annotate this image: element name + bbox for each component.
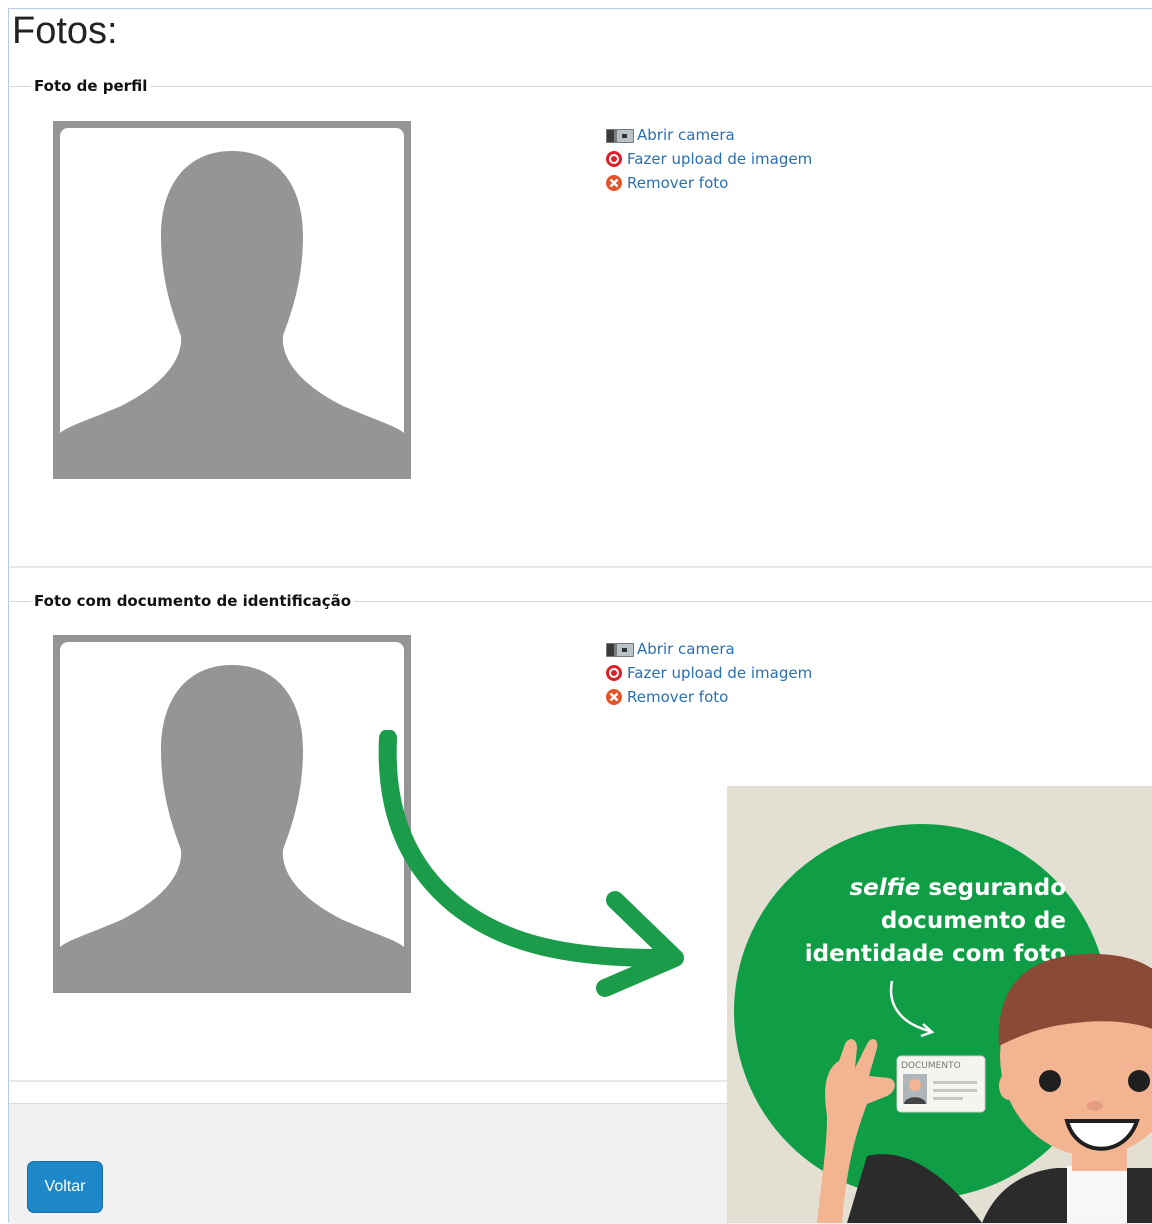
upload-image-label: Fazer upload de imagem — [627, 664, 813, 682]
open-camera-label: Abrir camera — [637, 126, 735, 144]
upload-image-link[interactable]: Fazer upload de imagem — [605, 661, 812, 685]
back-button[interactable]: Voltar — [27, 1161, 103, 1213]
open-camera-label: Abrir camera — [637, 640, 735, 658]
camera-icon — [605, 126, 634, 144]
remove-icon — [605, 688, 623, 706]
open-camera-link[interactable]: Abrir camera — [605, 123, 812, 147]
profile-photo-placeholder — [53, 121, 411, 479]
upload-icon — [605, 150, 623, 168]
profile-photo-actions: Abrir camera Fazer upload de imagem Remo… — [605, 123, 812, 195]
open-camera-link[interactable]: Abrir camera — [605, 637, 812, 661]
section-legend-id-document: Foto com documento de identificação — [31, 592, 355, 610]
camera-icon — [605, 640, 634, 658]
section-legend-profile: Foto de perfil — [31, 77, 151, 95]
remove-icon — [605, 174, 623, 192]
selfie-person-icon: DOCUMENTO — [817, 954, 1152, 1223]
section-divider — [10, 86, 1152, 87]
id-document-photo-actions: Abrir camera Fazer upload de imagem Remo… — [605, 637, 812, 709]
remove-photo-label: Remover foto — [627, 688, 729, 706]
id-document-photo-placeholder — [53, 635, 411, 993]
remove-photo-link[interactable]: Remover foto — [605, 685, 812, 709]
upload-image-label: Fazer upload de imagem — [627, 150, 813, 168]
page-title: Fotos: — [12, 10, 118, 52]
upload-icon — [605, 664, 623, 682]
person-silhouette-icon — [60, 128, 404, 472]
id-card-label: DOCUMENTO — [901, 1061, 961, 1071]
remove-photo-label: Remover foto — [627, 174, 729, 192]
selfie-instruction-illustration: selfie segurando documento de identidade… — [727, 786, 1152, 1223]
section-separator — [9, 566, 1152, 568]
person-silhouette-icon — [60, 642, 404, 986]
remove-photo-link[interactable]: Remover foto — [605, 171, 812, 195]
upload-image-link[interactable]: Fazer upload de imagem — [605, 147, 812, 171]
curved-arrow-icon — [378, 730, 684, 997]
